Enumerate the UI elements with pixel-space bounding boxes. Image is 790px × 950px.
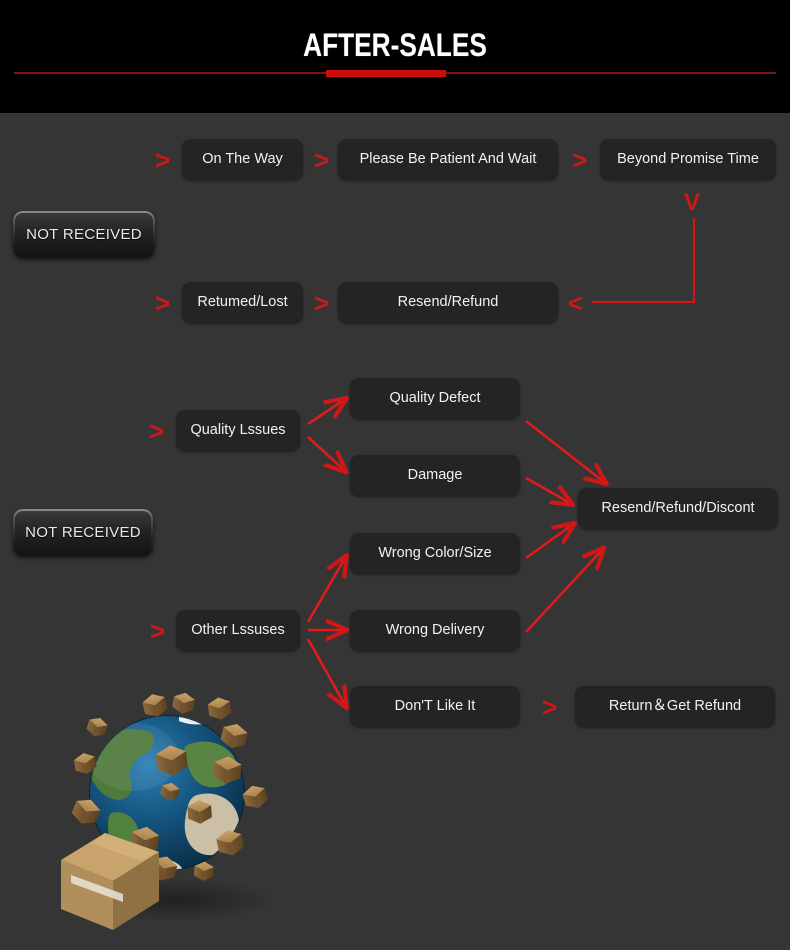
flow-box-wrong-color-size[interactable]: Wrong Color/Size bbox=[350, 533, 520, 574]
after-sales-infographic: AFTER-SALES NOT RECEIVED > On The Way > … bbox=[0, 0, 790, 950]
flow-box-resend-refund[interactable]: Resend/Refund bbox=[338, 282, 558, 323]
chevron-right-icon-5: > bbox=[314, 288, 330, 318]
status-badge-label: NOT RECEIVED bbox=[15, 511, 151, 554]
chevron-left-icon-1: < bbox=[568, 288, 584, 318]
connector-quality-issues-branches bbox=[307, 400, 344, 470]
status-badge-not-received-1[interactable]: NOT RECEIVED bbox=[13, 211, 155, 258]
chevron-right-icon-7: > bbox=[150, 616, 166, 646]
connector-beyond-promise-to-resend bbox=[592, 218, 696, 304]
chevron-down-icon-1: V bbox=[684, 189, 701, 216]
chevron-right-icon-2: > bbox=[314, 145, 330, 175]
flow-box-wrong-delivery[interactable]: Wrong Delivery bbox=[350, 610, 520, 651]
flow-box-please-be-patient-and-wait[interactable]: Please Be Patient And Wait bbox=[338, 139, 558, 180]
flow-box-beyond-promise-time[interactable]: Beyond Promise Time bbox=[600, 139, 776, 180]
chevron-right-icon-6: > bbox=[149, 416, 165, 446]
flow-box-quality-issues[interactable]: Quality Lssues bbox=[176, 410, 300, 451]
flow-box-dont-like-it[interactable]: Don'T Like It bbox=[350, 686, 520, 727]
page-title: AFTER-SALES bbox=[303, 27, 487, 63]
status-badge-not-received-2[interactable]: NOT RECEIVED bbox=[13, 509, 153, 556]
connector-other-outcomes bbox=[525, 525, 602, 633]
chevron-right-icon-4: > bbox=[155, 288, 171, 318]
connector-other-issues-branches bbox=[306, 558, 345, 705]
chevron-right-icon-8: > bbox=[542, 692, 558, 722]
flow-box-return-get-refund[interactable]: Return＆Get Refund bbox=[575, 686, 775, 727]
flow-box-other-issues[interactable]: Other Lssuses bbox=[176, 610, 300, 651]
flow-box-damage[interactable]: Damage bbox=[350, 455, 520, 496]
globe-with-parcels-illustration bbox=[55, 685, 280, 940]
flow-box-resend-refund-discount[interactable]: Resend/Refund/Discont bbox=[578, 488, 778, 529]
page-header: AFTER-SALES bbox=[0, 0, 790, 113]
chevron-right-icon-3: > bbox=[572, 145, 588, 175]
flow-box-quality-defect[interactable]: Quality Defect bbox=[350, 378, 520, 419]
flow-box-on-the-way[interactable]: On The Way bbox=[182, 139, 303, 180]
header-divider-accent bbox=[326, 70, 446, 77]
globe-icon bbox=[61, 692, 275, 930]
flow-box-returned-lost[interactable]: Retumed/Lost bbox=[182, 282, 303, 323]
chevron-right-icon-1: > bbox=[155, 145, 171, 175]
status-badge-label: NOT RECEIVED bbox=[15, 213, 153, 256]
